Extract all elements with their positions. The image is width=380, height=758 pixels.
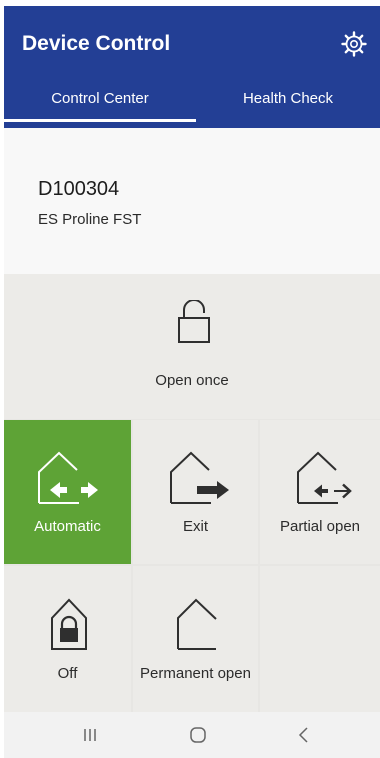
partial-open-button[interactable]: Partial open bbox=[260, 420, 380, 564]
device-model: ES Proline FST bbox=[38, 211, 142, 228]
off-label: Off bbox=[57, 665, 78, 682]
tab-health-check-label: Health Check bbox=[242, 90, 334, 107]
app-title: Device Control bbox=[22, 32, 171, 55]
empty-tile bbox=[260, 566, 380, 712]
exit-label: Exit bbox=[182, 518, 208, 535]
open-once-button[interactable]: Open once bbox=[4, 274, 380, 419]
device-id: D100304 bbox=[38, 178, 120, 200]
automatic-button[interactable]: Automatic bbox=[4, 420, 131, 564]
active-tab-indicator bbox=[4, 119, 196, 122]
tab-control-center-label: Control Center bbox=[51, 90, 149, 107]
permanent-open-label: Permanent open bbox=[140, 665, 251, 682]
exit-button[interactable]: Exit bbox=[133, 420, 258, 564]
tab-health-check[interactable]: Health Check bbox=[196, 90, 380, 122]
permanent-open-button[interactable]: Permanent open bbox=[133, 566, 258, 712]
device-control-screen: Device Control Control Center Health Che… bbox=[4, 6, 380, 758]
tab-control-center[interactable]: Control Center bbox=[4, 90, 196, 122]
automatic-label: Automatic bbox=[34, 518, 101, 535]
app-bar: Device Control Control Center Health Che… bbox=[4, 6, 380, 128]
house-bidirectional-arrow-icon bbox=[38, 451, 98, 504]
home-icon[interactable] bbox=[178, 722, 218, 748]
house-exit-arrow-icon bbox=[170, 451, 229, 504]
partial-open-label: Partial open bbox=[279, 518, 361, 535]
recent-apps-icon[interactable] bbox=[70, 722, 110, 748]
open-once-label: Open once bbox=[155, 372, 229, 389]
off-button[interactable]: Off bbox=[4, 566, 131, 712]
mode-grid: Open once Automatic Exit Partial open Of… bbox=[4, 274, 380, 712]
gear-icon[interactable] bbox=[340, 30, 368, 58]
system-navigation-bar bbox=[4, 712, 380, 758]
house-lock-icon bbox=[51, 598, 87, 650]
padlock-open-icon bbox=[178, 300, 210, 343]
back-icon[interactable] bbox=[284, 722, 324, 748]
house-open-icon bbox=[177, 598, 217, 650]
house-partial-arrows-icon bbox=[297, 451, 352, 504]
device-info-card: D100304 ES Proline FST bbox=[4, 128, 380, 274]
